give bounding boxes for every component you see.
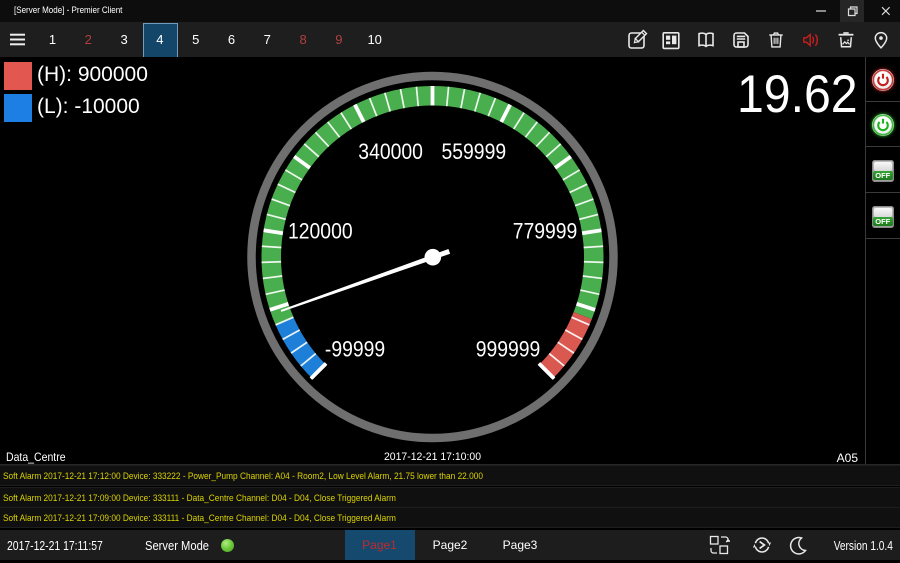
svg-text:779999: 779999 [513, 219, 578, 243]
svg-text:120000: 120000 [288, 219, 353, 243]
svg-text:999999: 999999 [476, 337, 541, 361]
svg-text:340000: 340000 [358, 140, 423, 164]
svg-text:-99999: -99999 [325, 337, 385, 361]
svg-text:559999: 559999 [442, 140, 507, 164]
